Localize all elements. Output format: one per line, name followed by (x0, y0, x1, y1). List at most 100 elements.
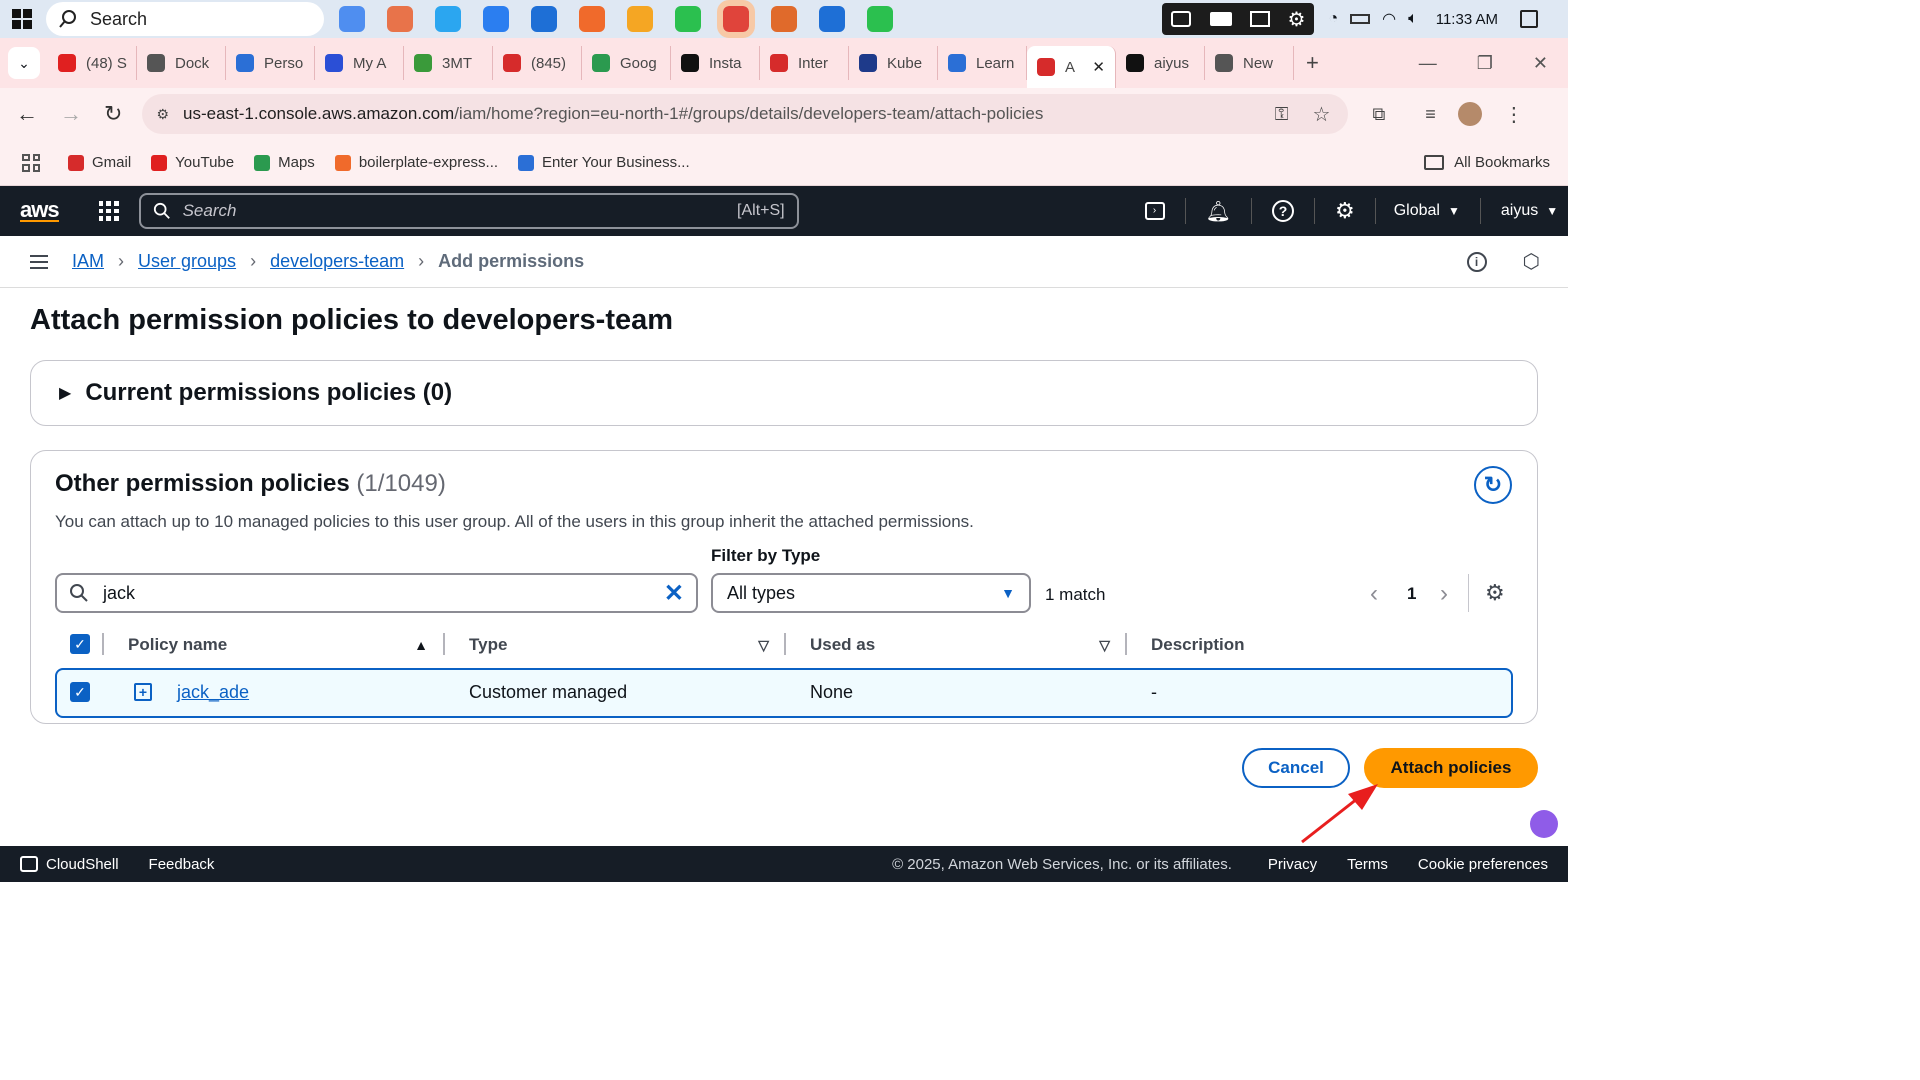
restore-icon[interactable]: ❐ (1477, 53, 1493, 74)
browser-tab[interactable]: Goog (582, 46, 671, 80)
site-info-icon[interactable]: ⚙ (156, 106, 169, 123)
column-type[interactable]: Type ▽ (469, 632, 769, 658)
extensions-icon[interactable]: ⧉ (1372, 104, 1385, 125)
forward-icon[interactable]: → (60, 101, 82, 127)
bookmark-item[interactable]: YouTube (151, 154, 234, 171)
taskbar-app-icon[interactable] (867, 6, 893, 32)
account-menu[interactable]: aiyus ▼ (1501, 202, 1558, 220)
breadcrumb-iam[interactable]: IAM (72, 251, 104, 272)
window-icon[interactable] (1249, 11, 1270, 27)
bookmark-item[interactable]: Gmail (68, 154, 131, 171)
table-settings-gear-icon[interactable]: ⚙ (1485, 580, 1505, 606)
new-tab-button[interactable]: + (1306, 50, 1319, 76)
settings-gear-icon[interactable]: ⚙ (1335, 198, 1355, 224)
browser-tab[interactable]: Learn (938, 46, 1027, 80)
browser-tab[interactable]: Dock (137, 46, 226, 80)
wifi-icon[interactable]: ◠ (1382, 9, 1396, 29)
tray-capture-tools[interactable]: ⚙ (1162, 3, 1315, 35)
browser-tab[interactable]: Perso (226, 46, 315, 80)
taskbar-search-box[interactable]: Search (46, 2, 324, 36)
apps-grid-icon[interactable] (22, 153, 40, 172)
type-filter-select[interactable]: All types ▼ (711, 573, 1031, 613)
video-icon[interactable] (1209, 12, 1232, 26)
network-icon[interactable]: ◔ (1328, 10, 1338, 28)
reload-icon[interactable]: ↻ (104, 101, 122, 127)
password-key-icon[interactable]: ⚿ (1275, 104, 1289, 125)
tab-search-button[interactable]: ⌄ (8, 47, 40, 79)
minimize-icon[interactable]: — (1419, 53, 1437, 74)
footer-terms[interactable]: Terms (1347, 856, 1388, 873)
footer-cookie-preferences[interactable]: Cookie preferences (1418, 856, 1548, 873)
clock-time[interactable]: 11:33 AM (1436, 11, 1498, 28)
bell-icon[interactable]: 🔔︎ (1206, 199, 1231, 224)
sort-icon[interactable]: ▽ (1099, 637, 1110, 654)
notification-icon[interactable] (1520, 10, 1538, 28)
battery-icon[interactable] (1350, 14, 1371, 24)
address-field[interactable]: ⚙ us-east-1.console.aws.amazon.com/iam/h… (142, 94, 1349, 134)
close-tab-icon[interactable]: ✕ (1092, 58, 1105, 76)
taskbar-app-icon[interactable] (339, 6, 365, 32)
security-hex-icon[interactable]: ⬡ (1523, 249, 1540, 274)
bookmark-item[interactable]: boilerplate-express... (334, 154, 498, 171)
close-window-icon[interactable]: ✕ (1533, 53, 1548, 74)
column-policy-name[interactable]: Policy name ▲ (128, 632, 428, 658)
taskbar-app-icon[interactable] (579, 6, 605, 32)
select-all-checkbox[interactable]: ✓ (70, 634, 90, 654)
help-icon[interactable]: ? (1271, 200, 1294, 222)
back-icon[interactable]: ← (16, 101, 38, 127)
taskbar-app-icon[interactable] (771, 6, 797, 32)
browser-tab[interactable]: aiyus (1116, 46, 1205, 80)
windows-start-icon[interactable] (12, 9, 32, 29)
current-policies-panel[interactable]: ▶ Current permissions policies (0) (30, 360, 1538, 426)
profile-avatar[interactable] (1457, 102, 1482, 126)
assistant-brain-icon[interactable] (1530, 810, 1558, 838)
taskbar-app-icon[interactable] (717, 0, 755, 38)
cloudshell-icon[interactable]: › (1144, 202, 1165, 220)
refresh-button[interactable]: ↻ (1474, 466, 1512, 504)
services-grid-icon[interactable] (98, 201, 119, 221)
cancel-button[interactable]: Cancel (1242, 748, 1350, 788)
table-row[interactable] (55, 668, 1513, 718)
sort-icon[interactable]: ▽ (758, 637, 769, 654)
aws-logo[interactable]: aws (20, 199, 60, 222)
browser-tab[interactable]: My A (315, 46, 404, 80)
bookmark-item[interactable]: Enter Your Business... (518, 154, 690, 171)
policy-name-link[interactable]: jack_ade (177, 682, 249, 703)
media-icon[interactable]: ≡ (1425, 104, 1436, 125)
taskbar-app-icon[interactable] (387, 6, 413, 32)
browser-tab[interactable]: (48) S (48, 46, 137, 80)
sort-ascending-icon[interactable]: ▲ (414, 637, 428, 653)
policy-search-input[interactable]: jack ✕ (55, 573, 698, 613)
taskbar-app-icon[interactable] (483, 6, 509, 32)
browser-tab[interactable]: Kube (849, 46, 938, 80)
next-page-icon[interactable]: › (1440, 580, 1448, 608)
browser-tab[interactable]: (845) (493, 46, 582, 80)
all-bookmarks[interactable]: All Bookmarks (1424, 154, 1550, 171)
menu-icon[interactable]: ⋮ (1504, 102, 1524, 127)
volume-icon[interactable]: 🔈︎ (1408, 10, 1418, 28)
column-used-as[interactable]: Used as ▽ (810, 632, 1110, 658)
camera-icon[interactable] (1171, 11, 1192, 27)
hamburger-menu-icon[interactable] (30, 254, 48, 269)
taskbar-app-icon[interactable] (627, 6, 653, 32)
cloudshell-icon[interactable] (20, 856, 38, 872)
gear-icon[interactable]: ⚙ (1288, 7, 1306, 32)
region-selector[interactable]: Global ▼ (1394, 202, 1460, 220)
page-number[interactable]: 1 (1407, 584, 1416, 604)
breadcrumb-user-groups[interactable]: User groups (138, 251, 236, 272)
browser-tab[interactable]: A ✕ (1027, 46, 1116, 88)
footer-cloudshell[interactable]: CloudShell (46, 856, 119, 873)
previous-page-icon[interactable]: ‹ (1370, 580, 1378, 608)
footer-privacy[interactable]: Privacy (1268, 856, 1317, 873)
taskbar-app-icon[interactable] (675, 6, 701, 32)
row-checkbox[interactable]: ✓ (70, 682, 90, 702)
browser-tab[interactable]: Insta (671, 46, 760, 80)
clear-search-icon[interactable]: ✕ (664, 579, 684, 608)
attach-policies-button[interactable]: Attach policies (1364, 748, 1538, 788)
console-search-box[interactable]: Search [Alt+S] (138, 193, 799, 229)
footer-feedback[interactable]: Feedback (149, 856, 215, 873)
browser-tab[interactable]: New (1205, 46, 1294, 80)
bookmark-star-icon[interactable]: ☆ (1313, 102, 1331, 127)
expand-row-icon[interactable]: + (134, 683, 152, 701)
info-icon[interactable]: i (1466, 251, 1487, 272)
